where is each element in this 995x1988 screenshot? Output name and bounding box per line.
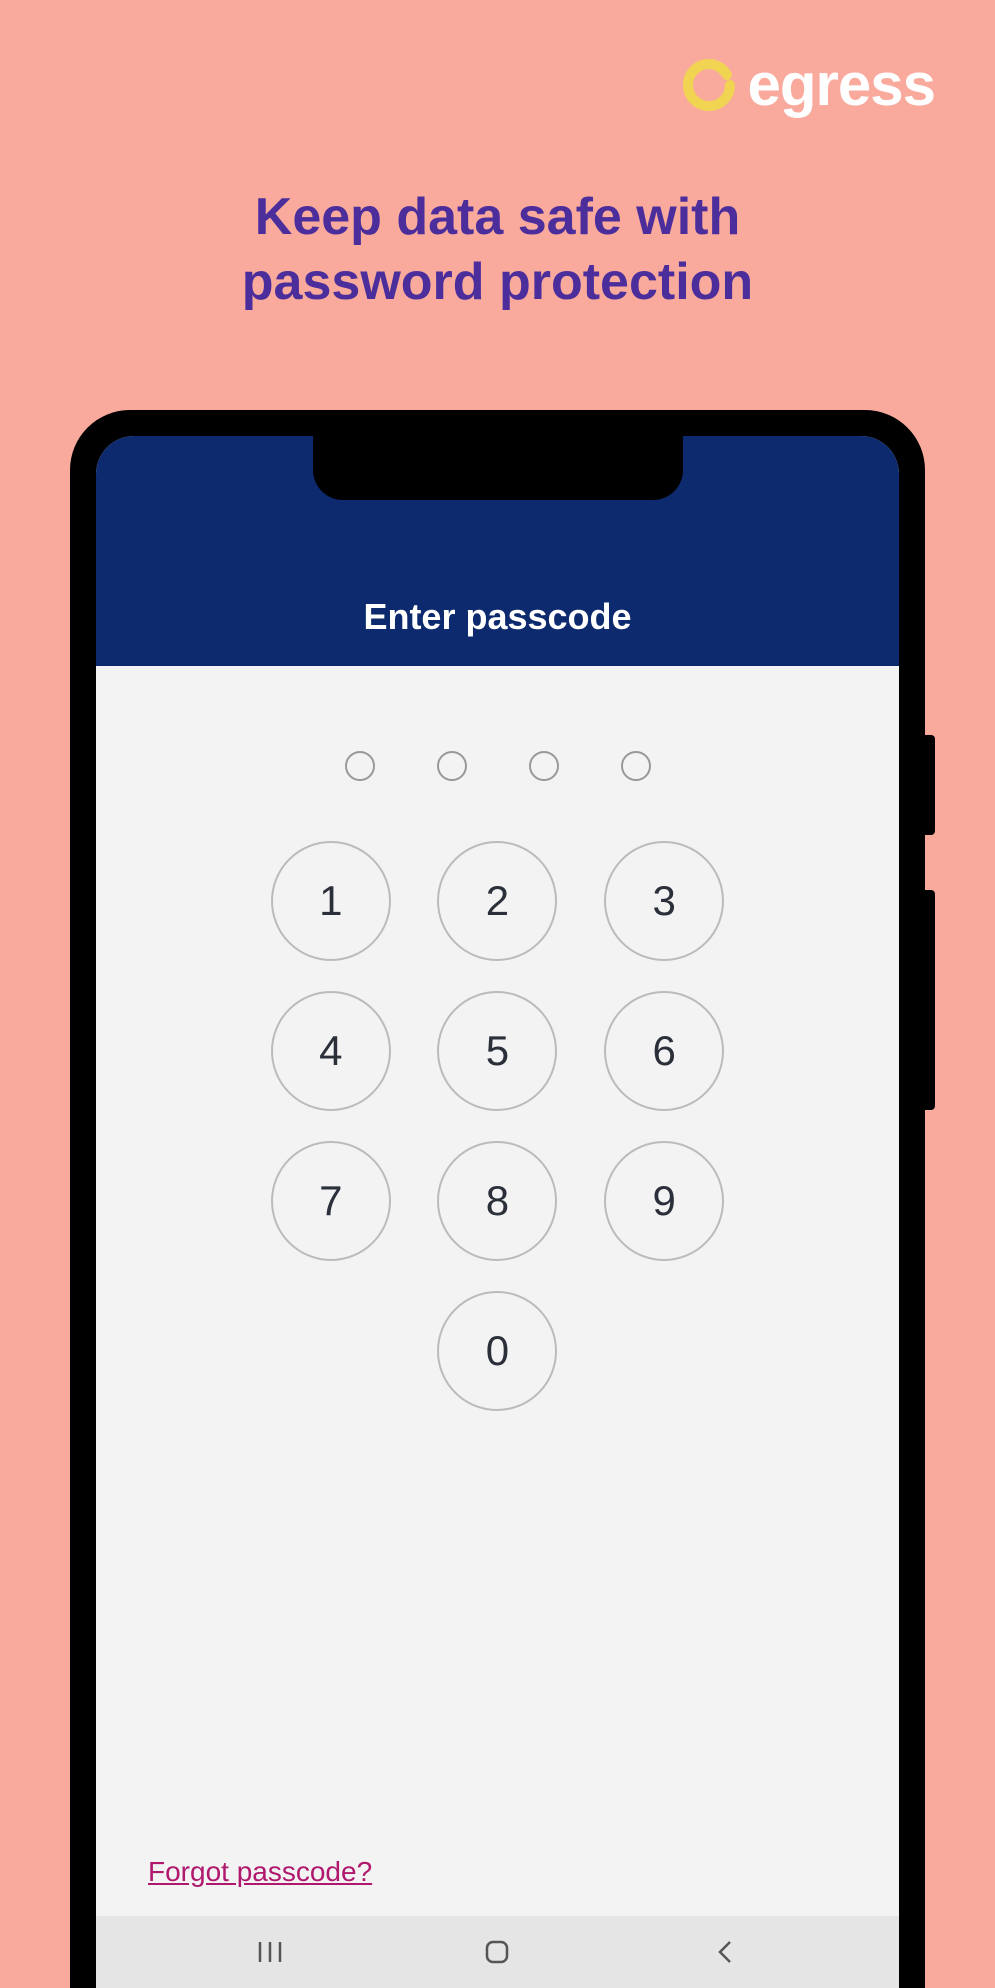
phone-power-button <box>925 735 935 835</box>
phone-frame: Enter passcode 1 2 3 4 5 6 7 8 9 0 Forgo… <box>70 410 925 1988</box>
keypad: 1 2 3 4 5 6 7 8 9 0 <box>263 841 733 1411</box>
keypad-2[interactable]: 2 <box>437 841 557 961</box>
keypad-7[interactable]: 7 <box>271 1141 391 1261</box>
brand-logo: egress <box>682 50 935 119</box>
screen-title: Enter passcode <box>363 596 631 638</box>
passcode-dots <box>96 751 899 781</box>
keypad-5[interactable]: 5 <box>437 991 557 1111</box>
passcode-dot-1 <box>345 751 375 781</box>
passcode-dot-2 <box>437 751 467 781</box>
passcode-dot-3 <box>529 751 559 781</box>
keypad-8[interactable]: 8 <box>437 1141 557 1261</box>
egress-logo-icon <box>682 58 736 112</box>
headline-line-2: password protection <box>242 253 753 311</box>
phone-screen: Enter passcode 1 2 3 4 5 6 7 8 9 0 Forgo… <box>96 436 899 1988</box>
keypad-9[interactable]: 9 <box>604 1141 724 1261</box>
keypad-6[interactable]: 6 <box>604 991 724 1111</box>
keypad-4[interactable]: 4 <box>271 991 391 1111</box>
keypad-3[interactable]: 3 <box>604 841 724 961</box>
forgot-passcode-link[interactable]: Forgot passcode? <box>148 1856 372 1888</box>
nav-recent-icon[interactable] <box>250 1932 290 1972</box>
nav-home-icon[interactable] <box>477 1932 517 1972</box>
nav-back-icon[interactable] <box>705 1932 745 1972</box>
promo-headline: Keep data safe with password protection <box>0 185 995 315</box>
phone-volume-button <box>925 890 935 1110</box>
android-nav-bar <box>96 1916 899 1988</box>
headline-line-1: Keep data safe with <box>255 188 740 246</box>
keypad-1[interactable]: 1 <box>271 841 391 961</box>
passcode-dot-4 <box>621 751 651 781</box>
keypad-0[interactable]: 0 <box>437 1291 557 1411</box>
phone-notch <box>313 436 683 500</box>
brand-name: egress <box>748 50 935 119</box>
